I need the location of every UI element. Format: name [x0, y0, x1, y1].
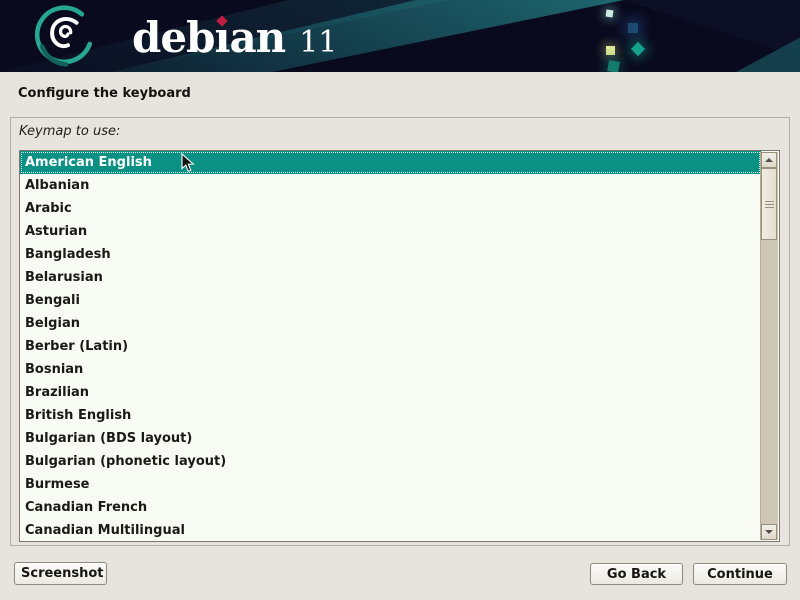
brand-letter-i-with-diamond: ı: [214, 10, 229, 66]
keymap-label: Arabic: [25, 201, 72, 216]
go-back-button[interactable]: Go Back: [590, 563, 683, 585]
keymap-list-item[interactable]: Brazilian: [20, 381, 761, 404]
scroll-down-button[interactable]: [761, 524, 777, 540]
brand-text-post: an: [229, 13, 285, 62]
keymap-list-item[interactable]: Bosnian: [20, 358, 761, 381]
screenshot-button[interactable]: Screenshot: [14, 562, 107, 585]
keymap-list-item[interactable]: British English: [20, 404, 761, 427]
keymap-list-item[interactable]: Canadian French: [20, 496, 761, 519]
keymap-label: Bulgarian (phonetic layout): [25, 454, 226, 469]
keymap-label: Canadian French: [25, 500, 147, 515]
keymap-list-item[interactable]: Bengali: [20, 289, 761, 312]
keymap-list: American English Albanian Arabic Asturian Ba…: [20, 151, 761, 542]
keymap-label: Burmese: [25, 477, 90, 492]
keymap-label: Berber (Latin): [25, 339, 128, 354]
keymap-label: Brazilian: [25, 385, 89, 400]
decor-square: [607, 60, 620, 72]
keymap-list-item[interactable]: Asturian: [20, 220, 761, 243]
keymap-listbox: American English Albanian Arabic Asturian Ba…: [19, 150, 780, 542]
keymap-list-item[interactable]: Bulgarian (BDS layout): [20, 427, 761, 450]
keymap-label: Belgian: [25, 316, 80, 331]
keymap-list-item[interactable]: Arabic: [20, 197, 761, 220]
keymap-label: British English: [25, 408, 131, 423]
keymap-list-item[interactable]: Berber (Latin): [20, 335, 761, 358]
keymap-label: Bengali: [25, 293, 80, 308]
keymap-label: Belarusian: [25, 270, 103, 285]
keymap-panel: Keymap to use: American EnglishAlbanianA…: [10, 117, 790, 546]
vertical-scrollbar[interactable]: [760, 152, 778, 540]
keymap-label: Bulgarian (BDS layout): [25, 431, 192, 446]
decor-square: [606, 46, 615, 55]
keymap-list-item[interactable]: American English: [20, 151, 761, 174]
keymap-label: Asturian: [25, 224, 87, 239]
page-title: Configure the keyboard: [18, 86, 191, 101]
keymap-label: Canadian Multilingual: [25, 523, 185, 538]
keymap-label: Albanian: [25, 178, 89, 193]
decor-square: [606, 10, 614, 18]
brand-version: 11: [299, 25, 337, 60]
keymap-list-item[interactable]: Canadian Multilingual: [20, 519, 761, 542]
keymap-list-item[interactable]: Belarusian: [20, 266, 761, 289]
keymap-list-item[interactable]: Bulgarian (phonetic layout): [20, 450, 761, 473]
brand-wordmark: debıan 11: [132, 10, 337, 71]
keymap-list-item[interactable]: Bangladesh: [20, 243, 761, 266]
keymap-label: Bosnian: [25, 362, 83, 377]
chevron-down-icon: [765, 530, 773, 534]
keymap-list-item[interactable]: Belgian: [20, 312, 761, 335]
scroll-up-button[interactable]: [761, 152, 777, 168]
installer-window: debıan 11 Configure the keyboard Keymap t…: [0, 0, 800, 600]
thumb-grip: [765, 207, 774, 208]
thumb-grip: [765, 204, 774, 205]
brand-text-pre: deb: [132, 13, 214, 62]
keymap-label: American English: [25, 155, 152, 170]
keymap-list-item[interactable]: Burmese: [20, 473, 761, 496]
chevron-up-icon: [765, 158, 773, 162]
debian-swirl-icon: [33, 3, 99, 69]
keymap-panel-label: Keymap to use:: [19, 124, 120, 139]
header-banner: debıan 11: [0, 0, 800, 72]
scrollbar-thumb[interactable]: [761, 168, 777, 240]
continue-button[interactable]: Continue: [693, 563, 787, 585]
keymap-list-item[interactable]: Albanian: [20, 174, 761, 197]
decor-square: [628, 23, 638, 33]
thumb-grip: [765, 201, 774, 202]
keymap-label: Bangladesh: [25, 247, 111, 262]
decor-square: [631, 42, 645, 56]
